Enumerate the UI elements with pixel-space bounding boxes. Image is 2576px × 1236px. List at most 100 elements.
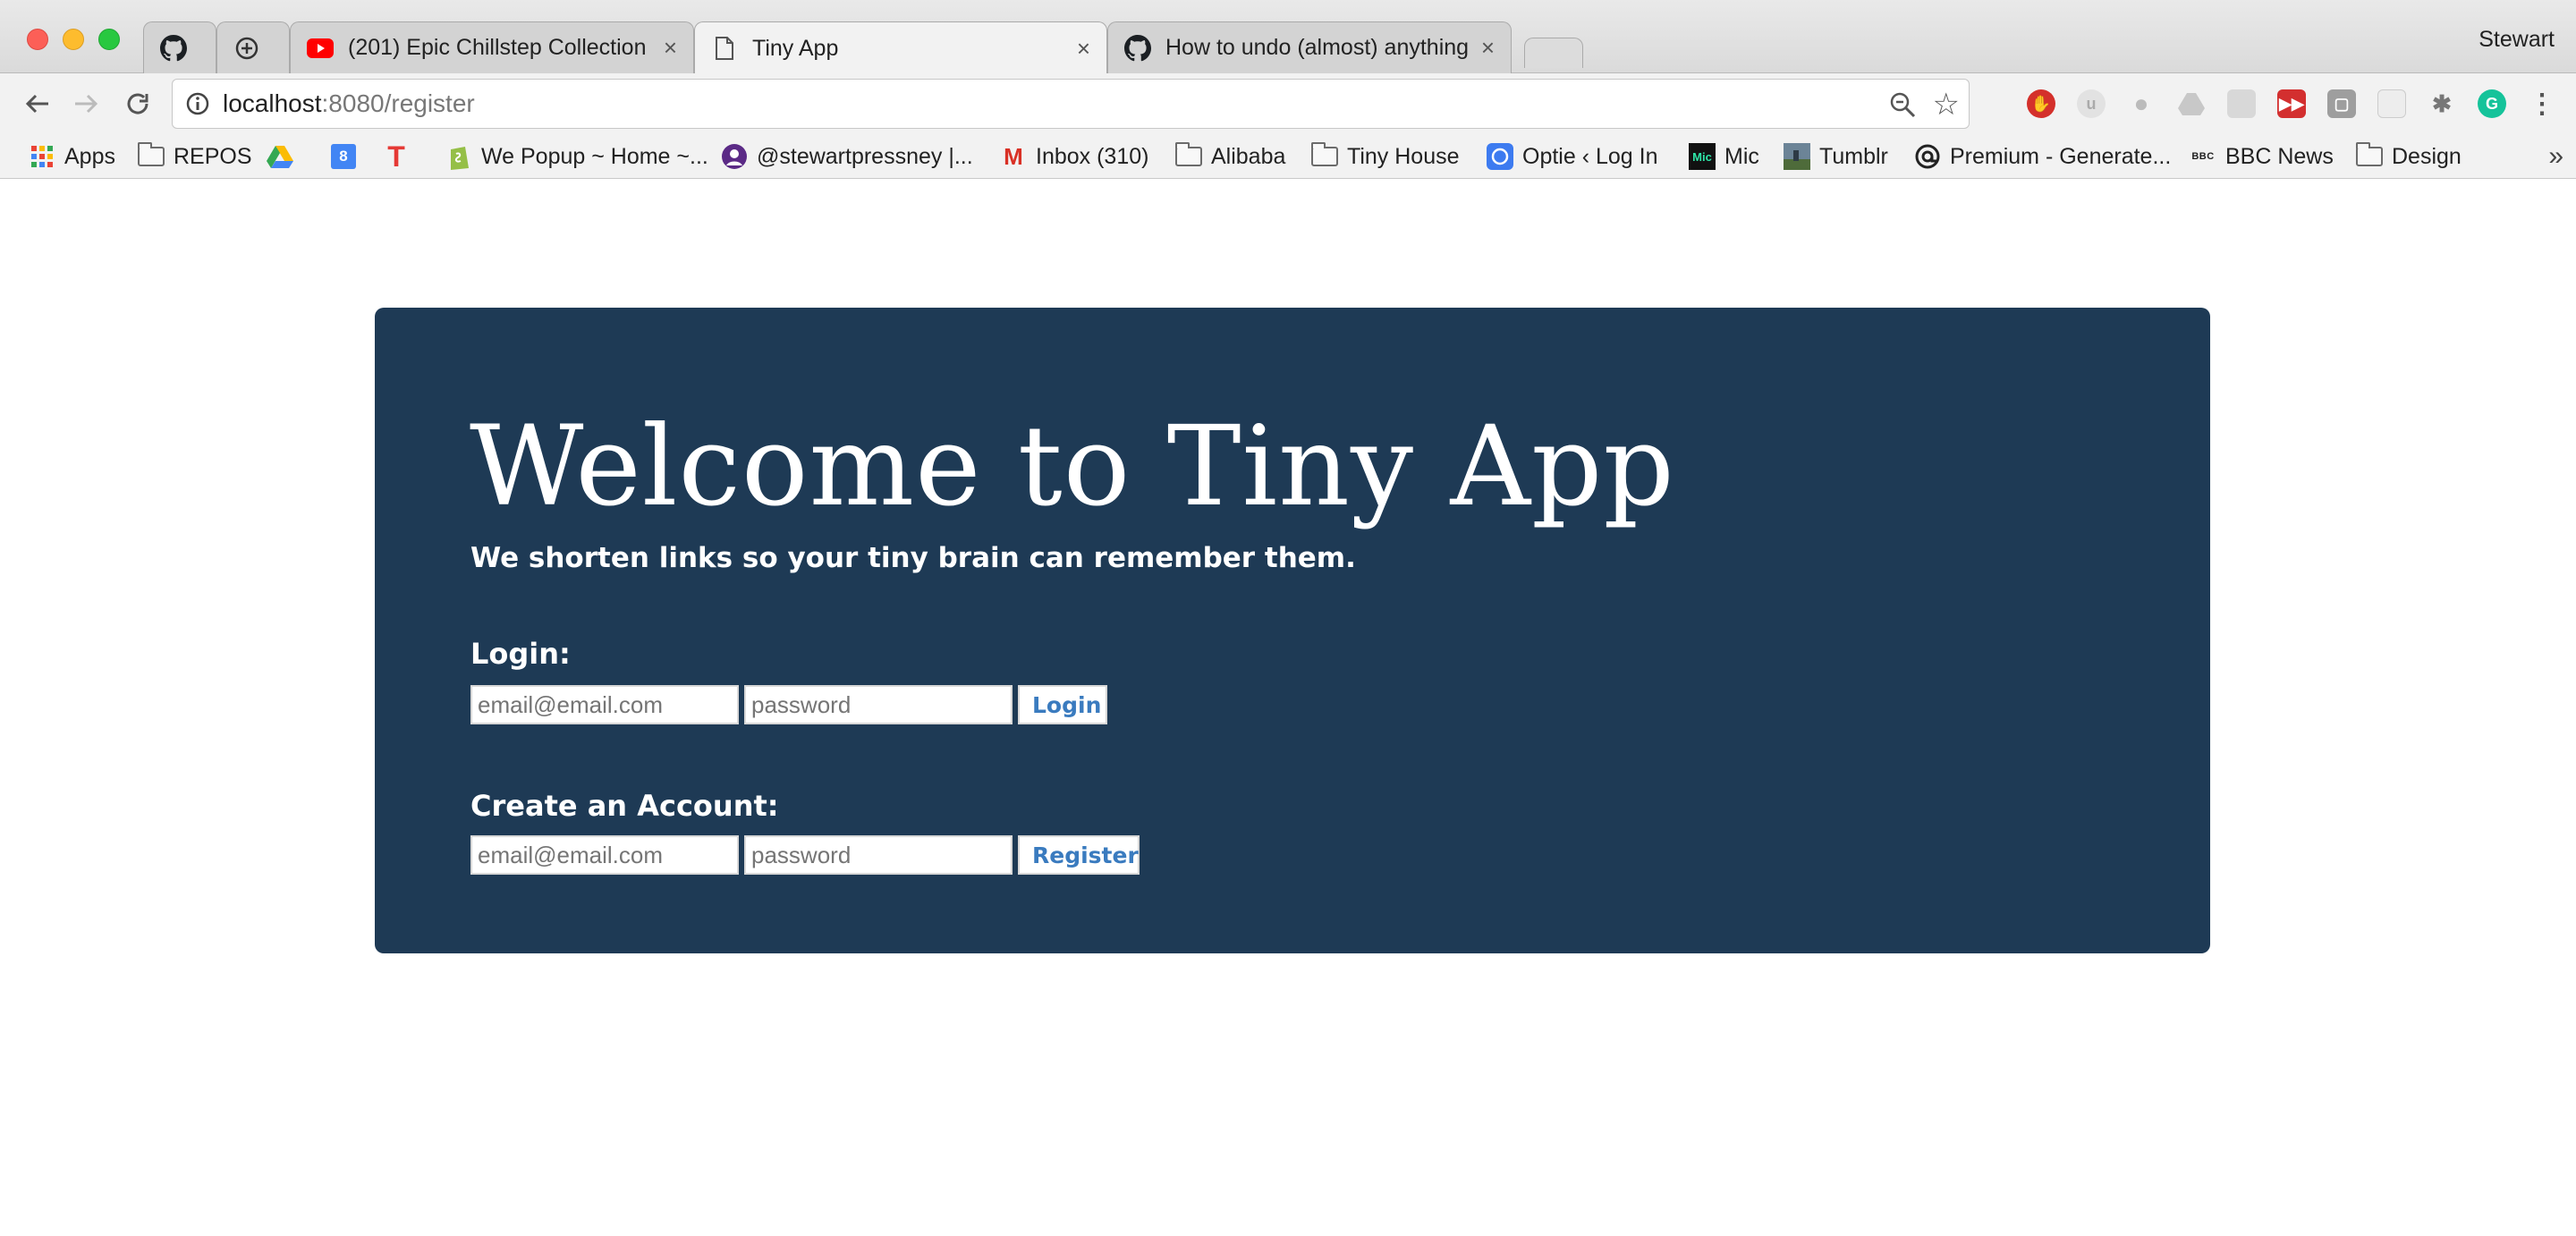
extension-card-icon[interactable] [2377,89,2406,118]
bookmark-label: Design [2392,143,2462,169]
tab-new[interactable] [216,21,290,73]
bookmark-label: BBC News [2225,143,2334,169]
fast-forward-extension-icon[interactable]: ▶▶ [2277,89,2306,118]
bookmark-we-popup[interactable]: We Popup ~ Home ~... [445,134,708,179]
github-icon [1124,34,1151,62]
bookmark-mic[interactable]: Mic Mic [1689,134,1759,179]
drive-extension-icon[interactable] [2177,89,2206,118]
info-icon[interactable] [185,91,210,116]
bookmark-label: Mic [1724,143,1759,169]
more-bookmarks-icon[interactable]: » [2548,141,2563,172]
bookmark-stewartpressney[interactable]: @stewartpressney |... [721,134,973,179]
tab-close-icon[interactable]: × [1077,35,1090,63]
bookmark-inbox[interactable]: M Inbox (310) [1000,134,1148,179]
bookmark-bbc-news[interactable]: BBC BBC News [2190,134,2334,179]
profile-name[interactable]: Stewart [2479,27,2555,53]
login-label: Login: [470,637,571,671]
folder-icon [1175,142,1202,170]
bookmark-tumblr[interactable]: Tumblr [1784,134,1888,179]
address-bar[interactable]: localhost:8080/register ☆ [172,79,1970,129]
bookmark-google-calendar[interactable]: 8 [331,134,365,179]
tab-close-icon[interactable]: × [664,34,677,62]
github-icon [160,34,187,62]
welcome-jumbotron: Welcome to Tiny App We shorten links so … [375,308,2210,953]
zoom-icon[interactable] [1888,90,1917,119]
adblock-icon[interactable]: ✋ [2027,89,2055,118]
bookmark-design[interactable]: Design [2356,134,2462,179]
tab-github[interactable] [143,21,216,73]
bookmark-star-icon[interactable]: ☆ [1933,87,1960,123]
shopify-icon [445,143,472,170]
folder-icon [2356,142,2383,170]
browser-window: (201) Epic Chillstep Collection × Tiny A… [0,0,2576,1236]
extension-square-icon[interactable] [2227,89,2256,118]
extension-box-icon[interactable]: ▢ [2327,89,2356,118]
register-button[interactable]: Register [1018,835,1140,875]
page-title: Welcome to Tiny App [470,402,1675,531]
login-password-input[interactable] [744,685,1013,724]
grammarly-icon[interactable]: G [2478,89,2506,118]
forward-button[interactable] [68,86,104,122]
bookmark-label: @stewartpressney |... [757,143,973,169]
mic-icon: Mic [1689,143,1716,170]
gmail-icon: M [1004,142,1023,170]
register-password-input[interactable] [744,835,1013,875]
reload-button[interactable] [120,86,156,122]
bookmark-label: Premium - Generate... [1950,143,2172,169]
page-icon [711,35,738,62]
bookmark-label: Tiny House [1347,143,1460,169]
back-button[interactable] [20,86,55,122]
folder-icon [1311,142,1338,170]
bookmark-optie[interactable]: Optie ‹ Log In [1487,134,1657,179]
page-viewport: Welcome to Tiny App We shorten links so … [0,180,2576,1236]
tab-tiny-app[interactable]: Tiny App × [694,21,1107,74]
premium-icon [1914,143,1941,170]
bookmark-label: Apps [64,143,115,169]
fullscreen-window-button[interactable] [98,29,120,50]
create-account-label: Create an Account: [470,789,779,823]
minimize-window-button[interactable] [63,29,84,50]
bookmark-repos[interactable]: REPOS [138,134,252,179]
bug-extension-icon[interactable]: ✱ [2428,89,2456,118]
login-email-input[interactable] [470,685,739,724]
tab-title: (201) Epic Chillstep Collection [348,35,647,60]
register-email-input[interactable] [470,835,739,875]
bookmark-label: Alibaba [1211,143,1286,169]
page-subtitle: We shorten links so your tiny brain can … [470,542,1356,574]
reload-icon [127,93,148,114]
tab-title: Tiny App [752,35,839,61]
forward-arrow-icon [75,94,98,114]
bookmark-label: We Popup ~ Home ~... [481,143,708,169]
login-form: Login [470,685,1107,724]
bookmarks-bar: Apps REPOS 8 T We Popup ~ Home ~... @ste… [0,134,2576,179]
tab-title: How to undo (almost) anything [1165,35,1470,60]
extension-u-icon[interactable]: u [2077,89,2106,118]
new-tab-button[interactable] [1524,38,1583,68]
bookmark-tiny-house[interactable]: Tiny House [1311,134,1460,179]
bookmark-premium[interactable]: Premium - Generate... [1914,134,2171,179]
menu-dots-icon[interactable]: ⋮ [2528,89,2556,119]
bookmark-apps[interactable]: Apps [29,134,115,179]
url-path: :8080/register [321,89,475,117]
tab-close-icon[interactable]: × [1481,34,1495,62]
bbc-icon: BBC [2191,151,2215,162]
bookmark-google-drive[interactable] [267,134,302,179]
back-arrow-icon [25,94,48,114]
bookmark-label: Tumblr [1819,143,1888,169]
t-logo-icon: T [387,140,405,173]
bookmark-alibaba[interactable]: Alibaba [1175,134,1285,179]
youtube-icon [307,35,334,62]
apps-grid-icon [29,143,55,170]
tab-strip: (201) Epic Chillstep Collection × Tiny A… [0,0,2576,74]
url-text: localhost:8080/register [223,89,475,118]
optie-icon [1487,143,1513,170]
close-window-button[interactable] [27,29,48,50]
tab-github-undo[interactable]: How to undo (almost) anything × [1107,21,1512,73]
tab-youtube[interactable]: (201) Epic Chillstep Collection × [290,21,694,73]
url-host: localhost [223,89,322,117]
bookmark-t[interactable]: T [383,134,419,179]
register-form: Register [470,835,1140,875]
login-button[interactable]: Login [1018,685,1107,724]
google-drive-icon [267,143,293,170]
lightbulb-icon[interactable]: ● [2127,89,2156,118]
